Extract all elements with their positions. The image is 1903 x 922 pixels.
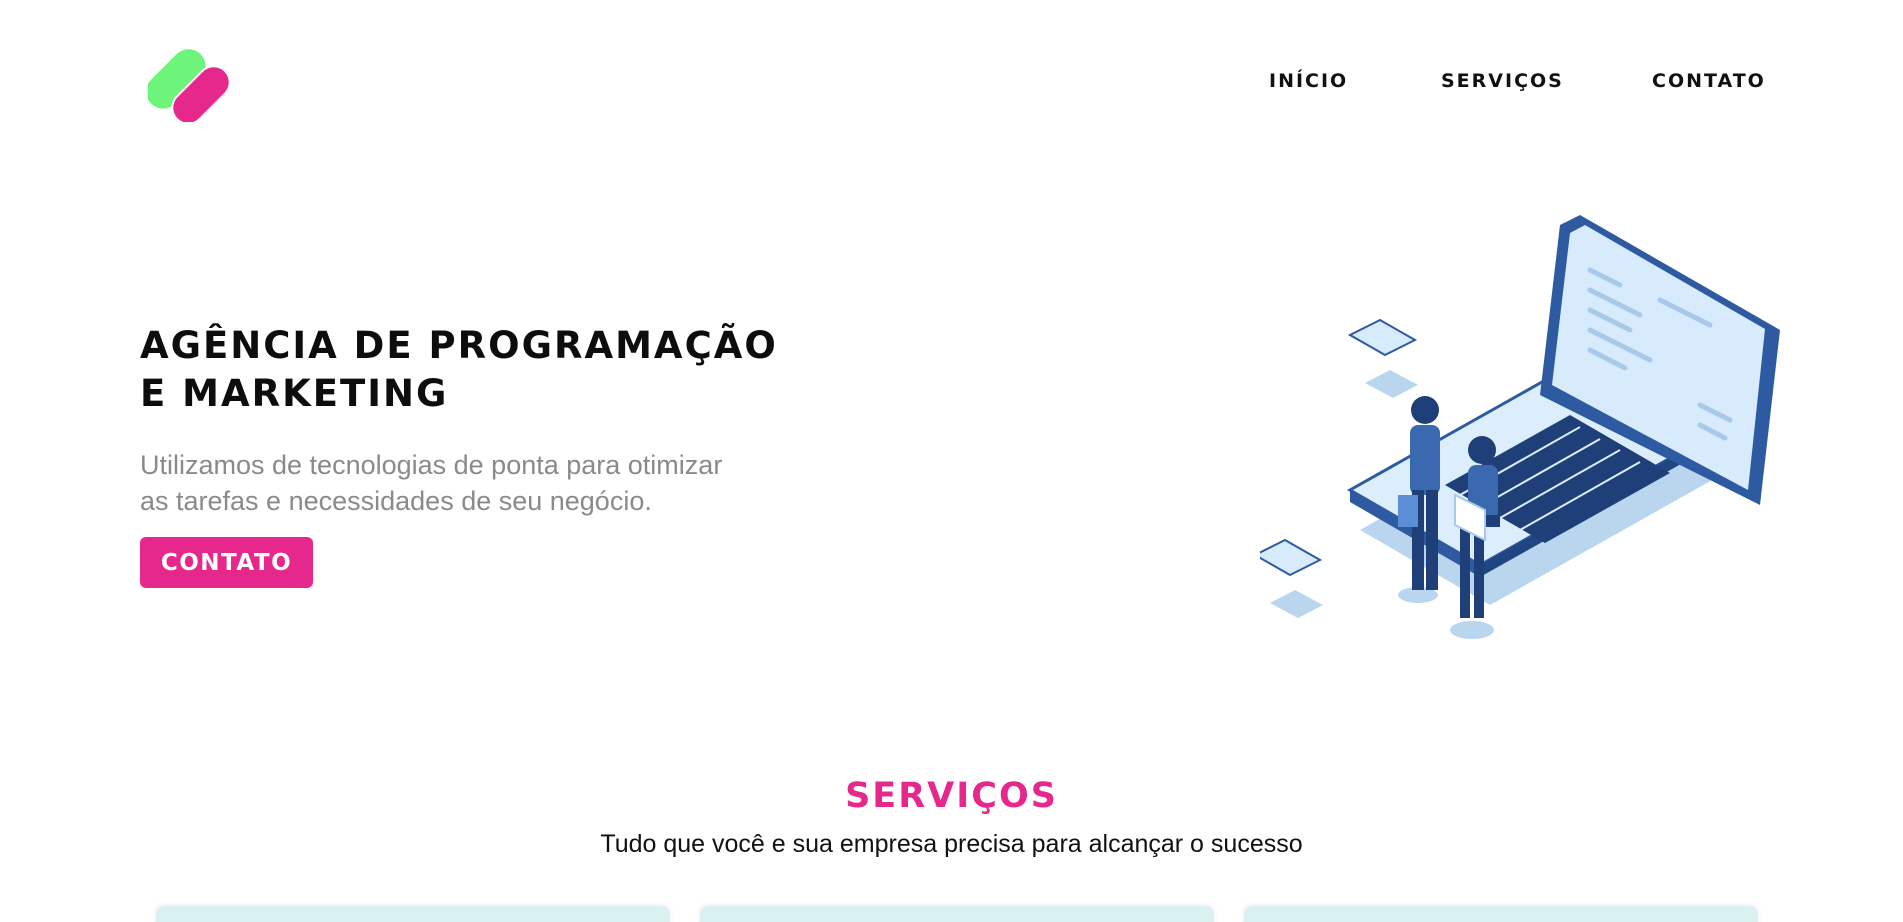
nav-link-inicio[interactable]: INÍCIO [1269, 70, 1348, 92]
service-card[interactable] [700, 906, 1214, 922]
hero-contact-button[interactable]: CONTATO [140, 537, 313, 588]
services-title: SERVIÇOS [845, 776, 1058, 816]
hero-title: AGÊNCIA DE PROGRAMAÇÃO E MARKETING [140, 322, 860, 418]
nav-link-servicos[interactable]: SERVIÇOS [1441, 70, 1564, 92]
service-card[interactable] [156, 906, 670, 922]
hero-title-line1: AGÊNCIA DE PROGRAMAÇÃO [140, 324, 778, 367]
service-card[interactable] [1244, 906, 1758, 922]
main-nav: INÍCIO SERVIÇOS CONTATO [0, 70, 1903, 94]
hero-subtitle-line1: Utilizamos de tecnologias de ponta para … [140, 450, 723, 480]
nav-link-contato[interactable]: CONTATO [1652, 70, 1766, 92]
hero-illustration [1252, 205, 1780, 665]
hero-title-line2: E MARKETING [140, 372, 449, 415]
hero-subtitle: Utilizamos de tecnologias de ponta para … [140, 447, 820, 519]
services-subtitle: Tudo que você e sua empresa precisa para… [600, 830, 1303, 858]
isometric-laptop-people-illustration [1252, 215, 1780, 639]
hero-subtitle-line2: as tarefas e necessidades de seu negócio… [140, 486, 652, 516]
